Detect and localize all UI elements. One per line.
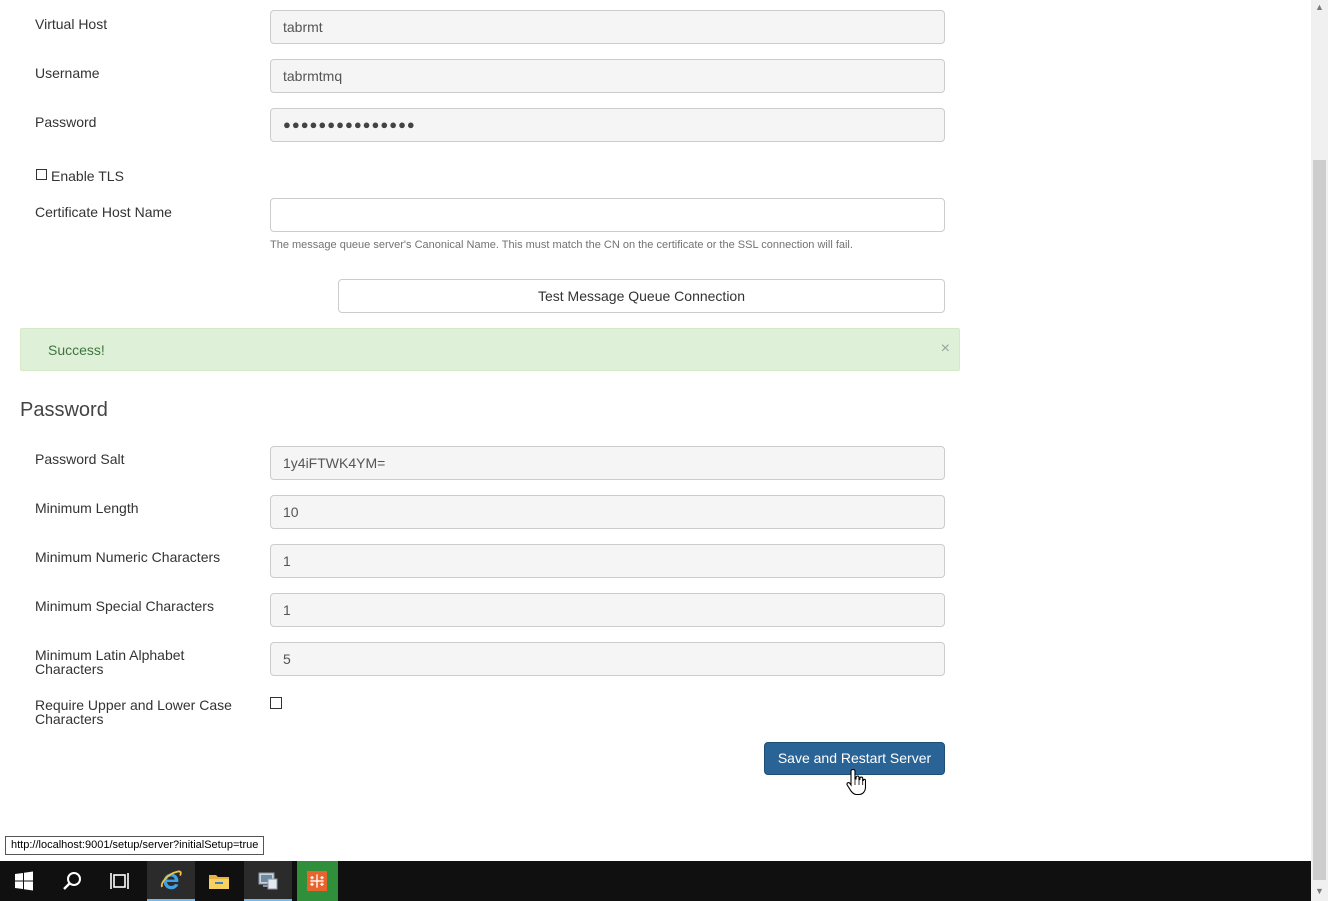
scroll-up-icon[interactable]: ▲ [1315,2,1324,12]
alert-text: Success! [48,342,105,358]
scroll-down-icon[interactable]: ▼ [1315,886,1324,896]
virtual-host-label: Virtual Host [35,16,108,32]
username-input[interactable]: tabrmtmq [270,59,945,93]
minimum-latin-input[interactable]: 5 [270,642,945,676]
certificate-help-text: The message queue server's Canonical Nam… [270,239,853,251]
virtual-host-input[interactable]: tabrmt [270,10,945,44]
test-connection-button[interactable]: Test Message Queue Connection [338,279,945,313]
minimum-special-input[interactable]: 1 [270,593,945,627]
minimum-numeric-input[interactable]: 1 [270,544,945,578]
status-bar-url: http://localhost:9001/setup/server?initi… [5,836,265,855]
setup-page: Virtual Host tabrmt Username tabrmtmq Pa… [0,0,1311,861]
windows-start-icon[interactable] [0,861,48,901]
certificate-host-name-label: Certificate Host Name [35,204,172,220]
enable-tls-checkbox[interactable] [36,169,47,180]
minimum-latin-label-line2: Characters [35,661,104,677]
close-icon[interactable]: × [941,341,950,357]
password-salt-label: Password Salt [35,451,125,467]
minimum-latin-label-line1: Minimum Latin Alphabet [35,647,185,663]
search-icon[interactable] [48,861,96,901]
file-explorer-icon[interactable] [195,861,243,901]
minimum-length-label: Minimum Length [35,500,139,516]
minimum-numeric-label: Minimum Numeric Characters [35,549,221,565]
vertical-scrollbar[interactable]: ▲ ▼ [1311,0,1328,901]
success-alert: Success! × [20,328,960,371]
section-title-password: Password [20,399,108,421]
task-view-icon[interactable] [96,861,144,901]
password-label: Password [35,114,97,130]
minimum-length-input[interactable]: 10 [270,495,945,529]
require-case-label-line2: Characters [35,711,104,727]
tableau-icon[interactable] [297,861,338,901]
password-salt-input[interactable]: 1y4iFTWK4YM= [270,446,945,480]
certificate-host-name-input[interactable] [270,198,945,232]
require-case-checkbox[interactable] [270,697,282,709]
password-input[interactable]: ●●●●●●●●●●●●●●● [270,108,945,142]
server-manager-icon[interactable] [244,861,292,901]
windows-taskbar [0,861,1311,901]
hand-pointer-icon [846,768,866,796]
require-case-label-line1: Require Upper and Lower Case [35,697,232,713]
username-label: Username [35,65,100,81]
enable-tls-label: Enable TLS [51,168,124,184]
minimum-special-label: Minimum Special Characters [35,598,214,614]
scrollbar-thumb[interactable] [1313,160,1326,880]
internet-explorer-icon[interactable] [147,861,195,901]
